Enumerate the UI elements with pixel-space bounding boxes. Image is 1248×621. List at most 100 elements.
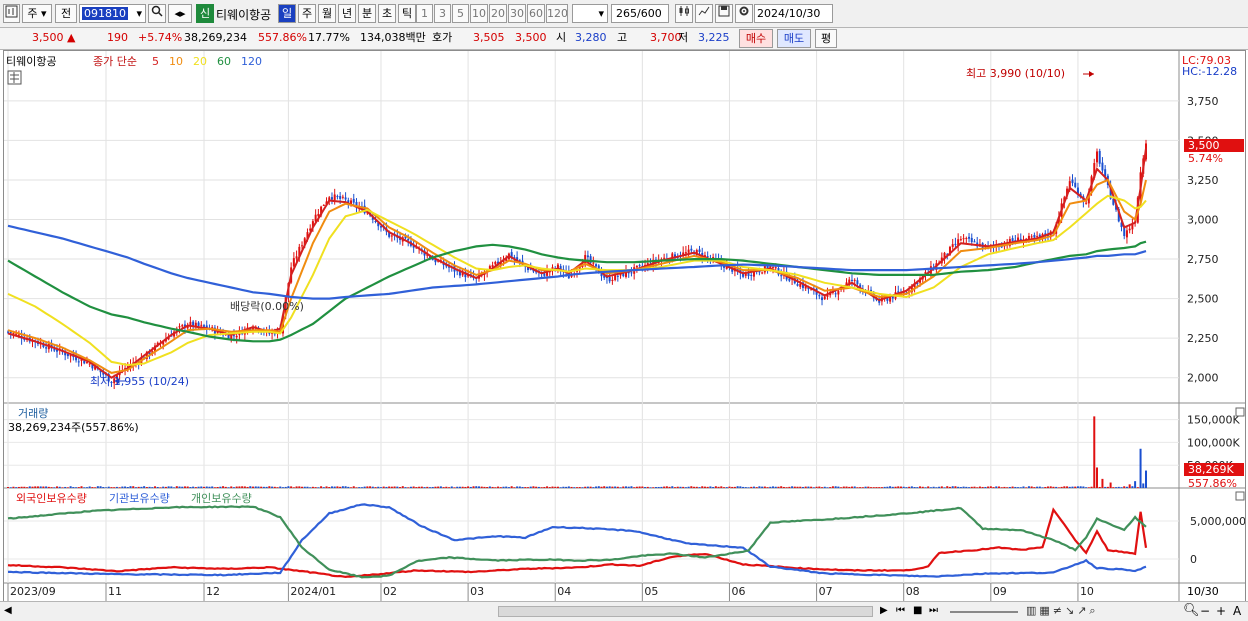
- avg-button[interactable]: 평: [815, 29, 837, 48]
- volume-bar: [456, 486, 459, 488]
- hc-label: HC:-12.28: [1182, 65, 1237, 78]
- buy-button[interactable]: 매수: [739, 29, 773, 48]
- zoom-slider[interactable]: [950, 611, 1018, 613]
- count-input[interactable]: 265/600: [611, 4, 669, 23]
- tab-interval[interactable]: 10: [470, 4, 488, 23]
- font-size-icon[interactable]: A: [1233, 604, 1241, 618]
- candle-body: [780, 275, 783, 277]
- volume-bar: [894, 486, 897, 488]
- volume-bar: [162, 486, 165, 488]
- calendar-icon[interactable]: ▦: [820, 22, 832, 23]
- stock-history-button[interactable]: ◂▸: [168, 4, 192, 23]
- volume-current-value: 38,269K: [1188, 463, 1234, 476]
- volume-bar: [739, 486, 742, 488]
- volume-bar: [434, 486, 437, 488]
- tab-period[interactable]: 초: [378, 4, 396, 23]
- volume-bar: [889, 486, 892, 488]
- price-tick-label: 2,250: [1187, 332, 1219, 345]
- tab-interval[interactable]: 1: [416, 4, 433, 23]
- candle-body: [592, 262, 595, 264]
- scroll-left-icon[interactable]: ◀: [4, 605, 12, 616]
- volume-panel-close-icon[interactable]: [1235, 407, 1245, 417]
- volume-bar: [725, 487, 728, 488]
- date-input[interactable]: 2024/10/30 ▦: [754, 4, 833, 23]
- zoom-minus-icon[interactable]: −: [1200, 604, 1210, 618]
- sell-button[interactable]: 매도: [777, 29, 811, 48]
- volume-bar: [181, 486, 184, 488]
- tab-interval[interactable]: 20: [489, 4, 507, 23]
- scroll-right-icon[interactable]: ▶: [880, 605, 888, 616]
- low-label: 저: [678, 31, 689, 44]
- volume-bar: [951, 486, 954, 488]
- candle-body: [595, 264, 598, 267]
- volume-bar: [848, 486, 851, 488]
- zoom-plus-icon[interactable]: +: [1216, 604, 1226, 618]
- candle-body: [1125, 230, 1128, 238]
- tab-interval[interactable]: 60: [527, 4, 545, 23]
- volume-bar: [448, 487, 451, 488]
- volume-bar: [701, 486, 704, 488]
- volume-bar: [532, 486, 535, 488]
- zoom-out-icon[interactable]: 🔍︎: [1183, 603, 1200, 618]
- volume-bar: [281, 487, 284, 488]
- tab-period[interactable]: 월: [318, 4, 336, 23]
- first-page-icon[interactable]: ⏮: [896, 605, 905, 616]
- x-tick-label: 07: [819, 585, 833, 598]
- candle-body: [968, 236, 971, 239]
- volume-bar: [597, 486, 600, 488]
- volume-bar: [439, 486, 442, 488]
- chart-area[interactable]: 2023/09 11 12 2024/01 02 03 04 05 06 07 08 09 10 3,75…: [3, 50, 1246, 602]
- stop-icon[interactable]: ■: [913, 605, 922, 616]
- tab-interval[interactable]: 120: [546, 4, 568, 23]
- save-icon[interactable]: [715, 4, 733, 23]
- price-tick-label: 2,000: [1187, 372, 1219, 385]
- volume-bar: [1142, 483, 1145, 488]
- quote-amount: 134,038백만: [360, 31, 426, 44]
- tab-interval[interactable]: 5: [452, 4, 469, 23]
- candle-icon[interactable]: [675, 4, 693, 23]
- x-tick-label: 11: [108, 585, 122, 598]
- volume-bar: [249, 486, 252, 488]
- chart-scrollbar[interactable]: ◀ ▶ ⏮ ■ ⏭ ▥▦≠↘↗⌕ 🔍︎ − + A: [0, 601, 1248, 621]
- holding-tick-label: 0: [1190, 553, 1197, 566]
- candle-body: [1033, 235, 1036, 238]
- price-tick-label: 3,750: [1187, 95, 1219, 108]
- x-tick-label: 2024/01: [290, 585, 336, 598]
- search-button[interactable]: [148, 4, 166, 23]
- volume-bar: [241, 486, 244, 488]
- tab-period[interactable]: 일: [278, 4, 296, 23]
- tab-period[interactable]: 주: [298, 4, 316, 23]
- volume-bar: [173, 487, 176, 488]
- tab-period[interactable]: 분: [358, 4, 376, 23]
- prefix-select[interactable]: 전: [55, 4, 77, 23]
- stock-code-input[interactable]: 091810 ▾: [79, 4, 146, 23]
- volume-bar: [418, 486, 421, 488]
- candle-body: [684, 252, 687, 254]
- compare-icon[interactable]: [695, 4, 713, 23]
- candle-body: [608, 276, 611, 282]
- settings-icon[interactable]: [735, 4, 753, 23]
- volume-bar: [652, 487, 655, 488]
- interval-input[interactable]: ▾: [572, 4, 608, 23]
- tab-period[interactable]: 년: [338, 4, 356, 23]
- candle-body: [821, 297, 824, 301]
- volume-bar: [31, 486, 34, 488]
- chart-tools-icons[interactable]: ▥▦≠↘↗⌕: [1026, 604, 1099, 618]
- candle-body: [853, 279, 856, 281]
- volume-bar: [864, 486, 867, 488]
- volume-tick-label: 150,000K: [1187, 414, 1240, 427]
- volume-bar: [981, 486, 984, 488]
- candle-body: [630, 272, 633, 274]
- tab-period[interactable]: 틱: [398, 4, 416, 23]
- chart-type-icon[interactable]: [3, 4, 20, 23]
- volume-bar: [363, 486, 366, 488]
- tab-interval[interactable]: 3: [434, 4, 451, 23]
- stock-code: 091810: [82, 7, 128, 20]
- holding-panel-close-icon[interactable]: [1235, 491, 1245, 501]
- market-select[interactable]: 주 ▾: [22, 4, 52, 23]
- tab-interval[interactable]: 30: [508, 4, 526, 23]
- last-page-icon[interactable]: ⏭: [929, 605, 938, 616]
- volume-bar: [584, 486, 587, 488]
- scroll-track[interactable]: [498, 606, 873, 617]
- volume-bar: [581, 487, 584, 488]
